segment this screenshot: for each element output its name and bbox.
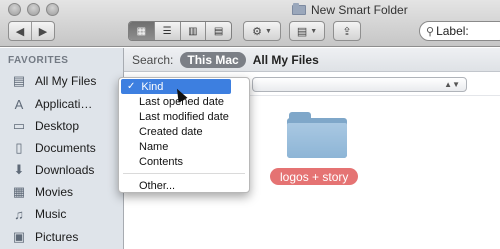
chevron-down-icon: ▼: [310, 27, 318, 35]
share-icon: ⇪: [342, 25, 352, 38]
search-field[interactable]: ⚲ Label:: [419, 21, 500, 41]
menu-separator: [123, 173, 245, 174]
menu-item-contents[interactable]: Contents: [119, 154, 249, 169]
action-menu-button[interactable]: ⚙ ▼: [243, 21, 281, 41]
menu-item-created-date[interactable]: Created date: [119, 124, 249, 139]
search-field-text: Label:: [436, 24, 469, 38]
search-scope-label: Search:: [132, 52, 174, 67]
smart-folder-icon: [292, 3, 306, 15]
gear-icon: ⚙: [252, 25, 262, 38]
sidebar-item-all-my-files[interactable]: ▤ All My Files: [0, 70, 123, 92]
folder-front-shape: [287, 123, 347, 158]
sidebar-heading-favorites: FAVORITES: [8, 55, 69, 66]
sidebar: FAVORITES ▤ All My Files A Applicati… ▭ …: [0, 48, 124, 249]
sidebar-item-movies[interactable]: ▦ Movies: [0, 181, 123, 203]
forward-button[interactable]: ▶: [31, 22, 54, 40]
menu-item-name[interactable]: Name: [119, 139, 249, 154]
window-toolbar: New Smart Folder ◀ ▶ ▦ ☰ ▥ ▤ ⚙ ▼ ▤ ▼ ⇪ ⚲…: [0, 0, 500, 47]
coverflow-view-button[interactable]: ▤: [205, 22, 231, 40]
share-button[interactable]: ⇪: [333, 21, 361, 41]
arrange-icon: ▤: [296, 25, 308, 38]
downloads-icon: ⬇: [13, 162, 25, 177]
updown-arrows-icon: ▲▼: [444, 80, 460, 89]
documents-icon: ▯: [15, 140, 23, 155]
close-window-button[interactable]: [8, 3, 21, 16]
scope-all-my-files-button[interactable]: All My Files: [253, 53, 319, 67]
icon-view-button[interactable]: ▦: [129, 22, 154, 40]
window-title: New Smart Folder: [292, 3, 408, 17]
search-icon: ⚲: [426, 25, 435, 38]
sidebar-item-applications[interactable]: A Applicati…: [0, 93, 123, 115]
applications-icon: A: [14, 96, 24, 112]
back-button[interactable]: ◀: [9, 22, 31, 40]
scope-this-mac-button[interactable]: This Mac: [180, 51, 246, 68]
arrange-menu-button[interactable]: ▤ ▼: [289, 21, 325, 41]
sidebar-item-label: All My Files: [35, 74, 97, 88]
movies-icon: ▦: [12, 184, 26, 199]
music-icon: ♫: [14, 206, 24, 222]
sidebar-item-desktop[interactable]: ▭ Desktop: [0, 115, 123, 137]
sidebar-item-label: Documents: [35, 141, 96, 155]
minimize-window-button[interactable]: [27, 3, 40, 16]
pictures-icon: ▣: [12, 229, 26, 244]
result-item-label[interactable]: logos + story: [270, 168, 359, 185]
menu-item-label: Kind: [141, 80, 164, 93]
column-view-button[interactable]: ▥: [179, 22, 206, 40]
sidebar-item-downloads[interactable]: ⬇ Downloads: [0, 159, 123, 181]
sidebar-item-label: Music: [35, 207, 67, 221]
sidebar-item-label: Desktop: [35, 119, 80, 133]
menu-item-last-modified-date[interactable]: Last modified date: [119, 109, 249, 124]
result-folder-icon[interactable]: [287, 112, 347, 158]
search-scope-bar: Search: This Mac All My Files: [124, 48, 500, 72]
chevron-down-icon: ▼: [264, 27, 272, 35]
window-title-text: New Smart Folder: [311, 3, 408, 17]
view-mode-segmented-control: ▦ ☰ ▥ ▤: [128, 21, 232, 41]
criteria-value-popup[interactable]: ▲▼: [252, 77, 467, 92]
back-forward-group: ◀ ▶: [8, 21, 55, 41]
sidebar-item-label: Applicati…: [35, 97, 93, 111]
sidebar-item-label: Downloads: [35, 163, 95, 177]
sidebar-item-documents[interactable]: ▯ Documents: [0, 137, 123, 159]
sidebar-item-pictures[interactable]: ▣ Pictures: [0, 226, 123, 248]
list-view-button[interactable]: ☰: [153, 22, 180, 40]
all-files-icon: ▤: [12, 73, 26, 88]
sidebar-item-label: Movies: [35, 185, 74, 199]
zoom-window-button[interactable]: [46, 3, 59, 16]
sidebar-item-music[interactable]: ♫ Music: [0, 203, 123, 225]
sidebar-item-label: Pictures: [35, 230, 79, 244]
menu-item-other[interactable]: Other...: [119, 178, 249, 193]
desktop-icon: ▭: [12, 118, 26, 133]
checkmark-icon: ✓: [127, 81, 136, 92]
